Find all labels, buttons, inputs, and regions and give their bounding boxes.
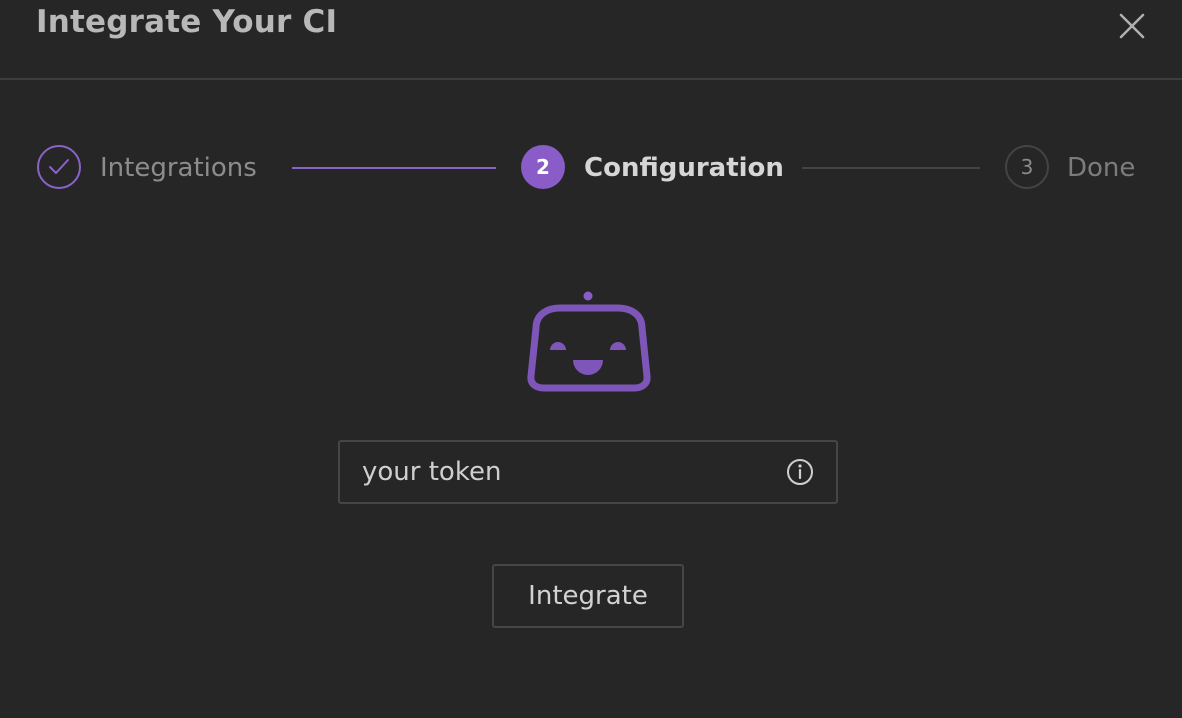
step-connector-2 xyxy=(802,167,980,169)
dialog-header: Integrate Your CI xyxy=(0,0,1182,80)
token-field xyxy=(338,440,838,504)
step-connector-1 xyxy=(292,167,496,169)
step-label-done: Done xyxy=(1067,153,1136,183)
checkmark-icon xyxy=(49,159,69,174)
token-input[interactable] xyxy=(362,454,762,490)
integrate-button[interactable]: Integrate xyxy=(492,564,684,628)
robot-icon xyxy=(527,291,651,392)
close-button[interactable] xyxy=(1112,6,1152,46)
info-icon[interactable] xyxy=(786,458,814,486)
step-3-indicator: 3 xyxy=(1005,145,1049,189)
integrate-ci-dialog: Integrate Your CI Integrations 2 Configu… xyxy=(0,0,1182,718)
step-label-integrations: Integrations xyxy=(100,153,257,183)
close-icon xyxy=(1119,13,1145,39)
dialog-title: Integrate Your CI xyxy=(36,4,338,40)
step-1-indicator xyxy=(37,145,81,189)
step-2-indicator: 2 xyxy=(521,145,565,189)
stepper: Integrations 2 Configuration 3 Done xyxy=(0,142,1182,196)
step-label-configuration: Configuration xyxy=(584,153,784,183)
